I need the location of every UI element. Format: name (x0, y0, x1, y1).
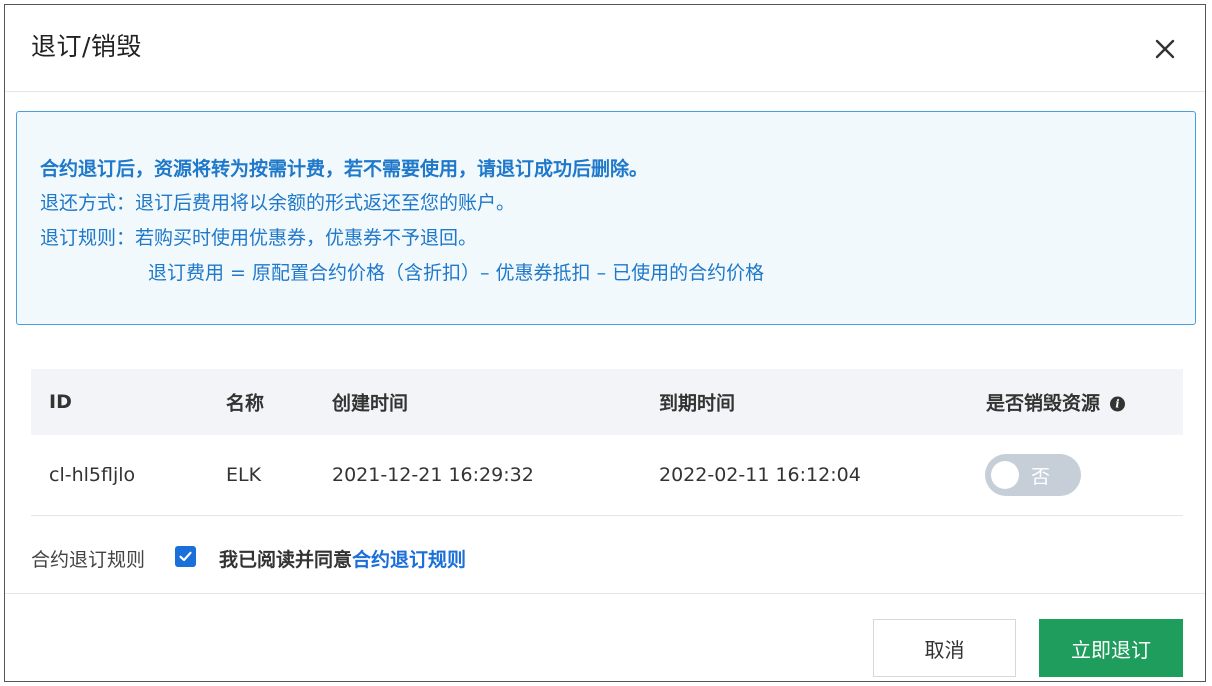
footer-divider (5, 593, 1205, 594)
agreement-text: 我已阅读并同意合约退订规则 (219, 545, 466, 572)
cell-id: cl-hl5fljlo (49, 464, 136, 486)
destroy-toggle[interactable]: 否 (985, 454, 1081, 496)
notice-box: 合约退订后，资源将转为按需计费，若不需要使用，请退订成功后删除。 退还方式：退订… (16, 111, 1196, 325)
unsubscribe-now-button[interactable]: 立即退订 (1039, 619, 1183, 677)
header-name: 名称 (226, 392, 265, 415)
table-header: ID 名称 创建时间 到期时间 是否销毁资源 i (31, 369, 1183, 435)
agreement-checkbox[interactable] (175, 546, 196, 567)
header-destroy: 是否销毁资源 i (986, 389, 1126, 416)
check-icon (179, 551, 192, 562)
agreement-rules-link[interactable]: 合约退订规则 (352, 549, 466, 571)
header-divider (5, 91, 1205, 92)
notice-headline: 合约退订后，资源将转为按需计费，若不需要使用，请退订成功后删除。 (40, 158, 649, 180)
dialog-title: 退订/销毁 (31, 32, 142, 61)
close-icon[interactable] (1153, 37, 1177, 61)
cell-created: 2021-12-21 16:29:32 (332, 464, 534, 486)
info-icon[interactable]: i (1110, 396, 1126, 412)
header-destroy-label: 是否销毁资源 (986, 392, 1101, 415)
table-row: cl-hl5fljlo ELK 2021-12-21 16:29:32 2022… (31, 435, 1183, 516)
header-id: ID (49, 391, 72, 413)
header-created: 创建时间 (332, 392, 409, 415)
notice-refund-rules: 退订规则：若购买时使用优惠券，优惠券不予退回。 (40, 227, 478, 249)
agreement-statement: 我已阅读并同意 (219, 549, 353, 571)
header-expire: 到期时间 (659, 392, 736, 415)
toggle-knob (991, 461, 1019, 489)
agreement-row: 合约退订规则 我已阅读并同意合约退订规则 (31, 545, 466, 572)
cancel-button[interactable]: 取消 (873, 619, 1016, 677)
cell-name: ELK (226, 464, 262, 486)
cell-expire: 2022-02-11 16:12:04 (659, 464, 861, 486)
notice-fee-formula: 退订费用 = 原配置合约价格（含折扣）– 优惠券抵扣 – 已使用的合约价格 (148, 262, 765, 284)
unsubscribe-dialog: 退订/销毁 合约退订后，资源将转为按需计费，若不需要使用，请退订成功后删除。 退… (4, 4, 1206, 682)
resource-table: ID 名称 创建时间 到期时间 是否销毁资源 i cl-hl5fljlo ELK … (31, 369, 1183, 516)
toggle-label: 否 (1031, 466, 1051, 488)
agreement-label: 合约退订规则 (31, 549, 146, 571)
notice-refund-method: 退还方式：退订后费用将以余额的形式返还至您的账户。 (40, 192, 516, 214)
